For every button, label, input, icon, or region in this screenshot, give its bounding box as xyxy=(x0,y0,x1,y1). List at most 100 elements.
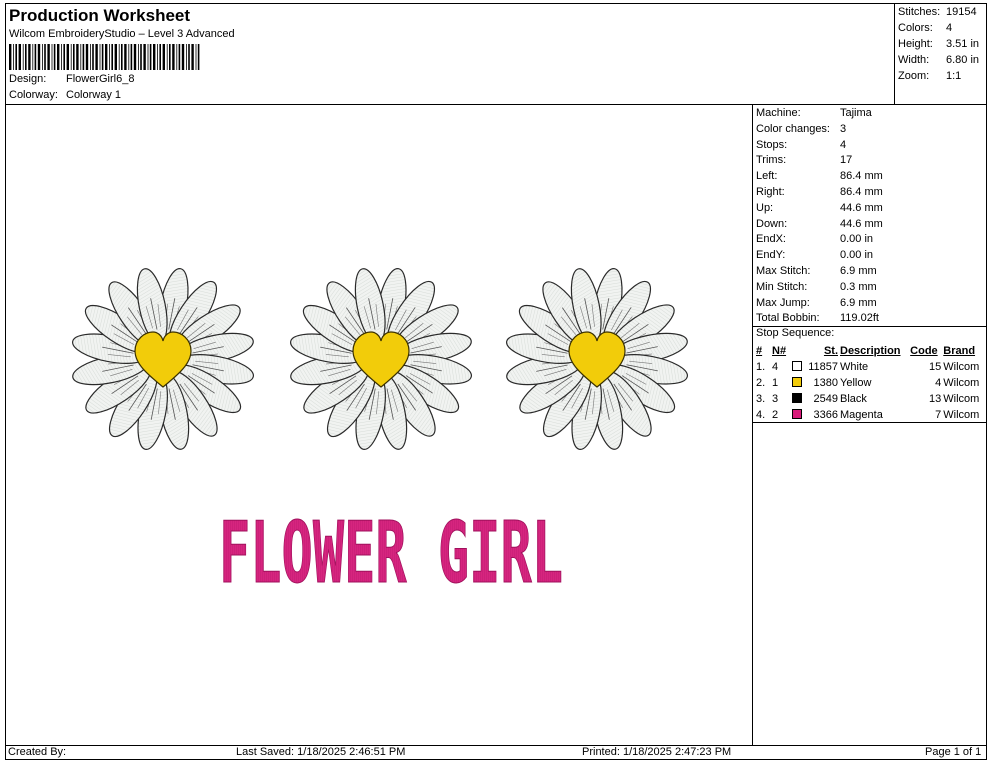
design-value: FlowerGirl6_8 xyxy=(66,73,135,85)
worksheet-footer: Created By: Last Saved: 1/18/2025 2:46:5… xyxy=(6,745,986,759)
colorway-value: Colorway 1 xyxy=(66,89,122,101)
stat-value: 19154 xyxy=(946,6,977,18)
info-label: Stops: xyxy=(756,138,788,151)
design-label: Design: xyxy=(9,73,47,85)
info-value: 0.00 in xyxy=(840,233,874,246)
daisy-flowers xyxy=(69,265,691,453)
row-code: 13 xyxy=(929,393,942,405)
row-needle: 3 xyxy=(772,393,779,405)
info-value: 0.00 in xyxy=(840,249,874,262)
row-swatch xyxy=(791,359,805,375)
stat-value: 3.51 in xyxy=(946,38,980,50)
info-label: Right: xyxy=(756,186,785,198)
info-row: Right: 86.4 mm xyxy=(756,186,883,198)
table-row: 2. 1 1380 Yellow 4 Wilcom xyxy=(755,375,985,391)
stop-sequence-title: Stop Sequence: xyxy=(756,327,835,339)
info-value: 17 xyxy=(840,154,853,167)
row-description: Black xyxy=(840,393,867,405)
info-value: 4 xyxy=(840,138,847,151)
info-row: Min Stitch: 0.3 mm xyxy=(756,281,877,293)
info-label: Trims: xyxy=(756,154,787,167)
col-code: Code xyxy=(910,345,938,357)
machine-info-panel: Machine: Tajima Color changes: 3 Stops: 4 Trim… xyxy=(753,105,986,745)
page-title: Production Worksheet xyxy=(9,6,191,25)
row-stitches: 3366 xyxy=(813,409,838,421)
info-value: Tajima xyxy=(840,107,872,119)
table-row: 4. 2 3366 Magenta 7 Wilcom xyxy=(755,407,985,423)
barcode xyxy=(9,44,200,70)
row-stitches: 2549 xyxy=(813,393,838,405)
info-label: Up: xyxy=(756,201,774,214)
row-code: 4 xyxy=(935,377,942,389)
row-brand: Wilcom xyxy=(943,393,980,405)
info-row: EndX: 0.00 in xyxy=(756,233,873,245)
info-value: 44.6 mm xyxy=(840,201,883,214)
row-needle: 1 xyxy=(772,377,779,389)
worksheet-header: Production Worksheet Wilcom EmbroiderySt… xyxy=(6,4,986,105)
row-swatch xyxy=(791,407,805,423)
row-brand: Wilcom xyxy=(943,409,980,421)
info-row: Max Stitch: 6.9 mm xyxy=(756,265,877,277)
info-row: Stops: 4 xyxy=(756,139,846,151)
table-row: 1. 4 11857 White 15 Wilcom xyxy=(755,359,985,375)
page-number: Page 1 of 1 xyxy=(925,746,982,758)
stat-zoom: Zoom: 1:1 xyxy=(898,70,961,82)
row-needle: 4 xyxy=(772,361,779,373)
created-by: Created By: xyxy=(8,746,67,758)
colorway-row: Colorway: Colorway 1 xyxy=(9,89,121,101)
info-value: 119.02ft xyxy=(840,312,879,325)
info-label: Left: xyxy=(756,170,778,183)
colorway-label: Colorway: xyxy=(9,89,58,101)
info-value: 44.6 mm xyxy=(840,217,883,230)
info-row: Color changes: 3 xyxy=(756,123,846,135)
stat-height: Height: 3.51 in xyxy=(898,38,979,50)
stat-width: Width: 6.80 in xyxy=(898,54,979,66)
info-value: 6.9 mm xyxy=(840,296,877,309)
info-row: EndY: 0.00 in xyxy=(756,249,873,261)
worksheet: Production Worksheet Wilcom EmbroiderySt… xyxy=(5,3,987,760)
design-row: Design: FlowerGirl6_8 xyxy=(9,73,134,85)
table-header-row: # N# St. Description Code Brand xyxy=(755,343,985,359)
info-label: Total Bobbin: xyxy=(756,312,820,325)
stat-colors: Colors: 4 xyxy=(898,22,952,34)
row-stitches: 11857 xyxy=(808,361,838,373)
row-swatch xyxy=(791,375,805,391)
color-swatch xyxy=(792,393,802,403)
info-value: 86.4 mm xyxy=(840,170,883,183)
color-swatch xyxy=(792,377,802,387)
daisy-flower xyxy=(287,265,475,453)
daisy-flower xyxy=(503,265,691,453)
info-value: 0.3 mm xyxy=(840,280,877,293)
info-label: Machine: xyxy=(756,107,801,119)
stat-label: Stitches: xyxy=(898,6,941,18)
printed-date: Printed: 1/18/2025 2:47:23 PM xyxy=(582,746,732,758)
info-value: 6.9 mm xyxy=(840,265,877,277)
info-row: Max Jump: 6.9 mm xyxy=(756,297,877,309)
design-preview: FLOWER GIRL xyxy=(6,105,753,745)
row-needle: 2 xyxy=(772,409,779,421)
row-description: White xyxy=(840,361,869,373)
color-swatch xyxy=(792,361,802,371)
stat-value: 6.80 in xyxy=(946,54,980,66)
design-artwork: FLOWER GIRL xyxy=(69,265,691,604)
stat-label: Zoom: xyxy=(898,70,930,82)
info-label: Max Jump: xyxy=(756,296,810,309)
stat-label: Colors: xyxy=(898,22,933,34)
info-label: EndY: xyxy=(756,249,786,262)
row-code: 7 xyxy=(935,409,942,421)
info-value: 86.4 mm xyxy=(840,186,883,198)
col-needle: N# xyxy=(772,345,787,357)
info-label: Down: xyxy=(756,217,788,230)
last-saved: Last Saved: 1/18/2025 2:46:51 PM xyxy=(236,746,406,758)
info-row: Trims: 17 xyxy=(756,154,852,166)
row-brand: Wilcom xyxy=(943,377,980,389)
stat-stitches: Stitches: 19154 xyxy=(898,6,977,18)
software-name: Wilcom EmbroideryStudio – Level 3 Advanc… xyxy=(9,28,235,40)
info-row: Left: 86.4 mm xyxy=(756,170,883,182)
row-index: 2. xyxy=(756,377,766,389)
info-value: 3 xyxy=(840,122,847,135)
stats-box: Stitches: 19154 Colors: 4 Height: 3.51 in W… xyxy=(894,4,986,105)
col-description: Description xyxy=(840,345,901,357)
daisy-flower xyxy=(69,265,257,453)
color-swatch xyxy=(792,409,802,419)
